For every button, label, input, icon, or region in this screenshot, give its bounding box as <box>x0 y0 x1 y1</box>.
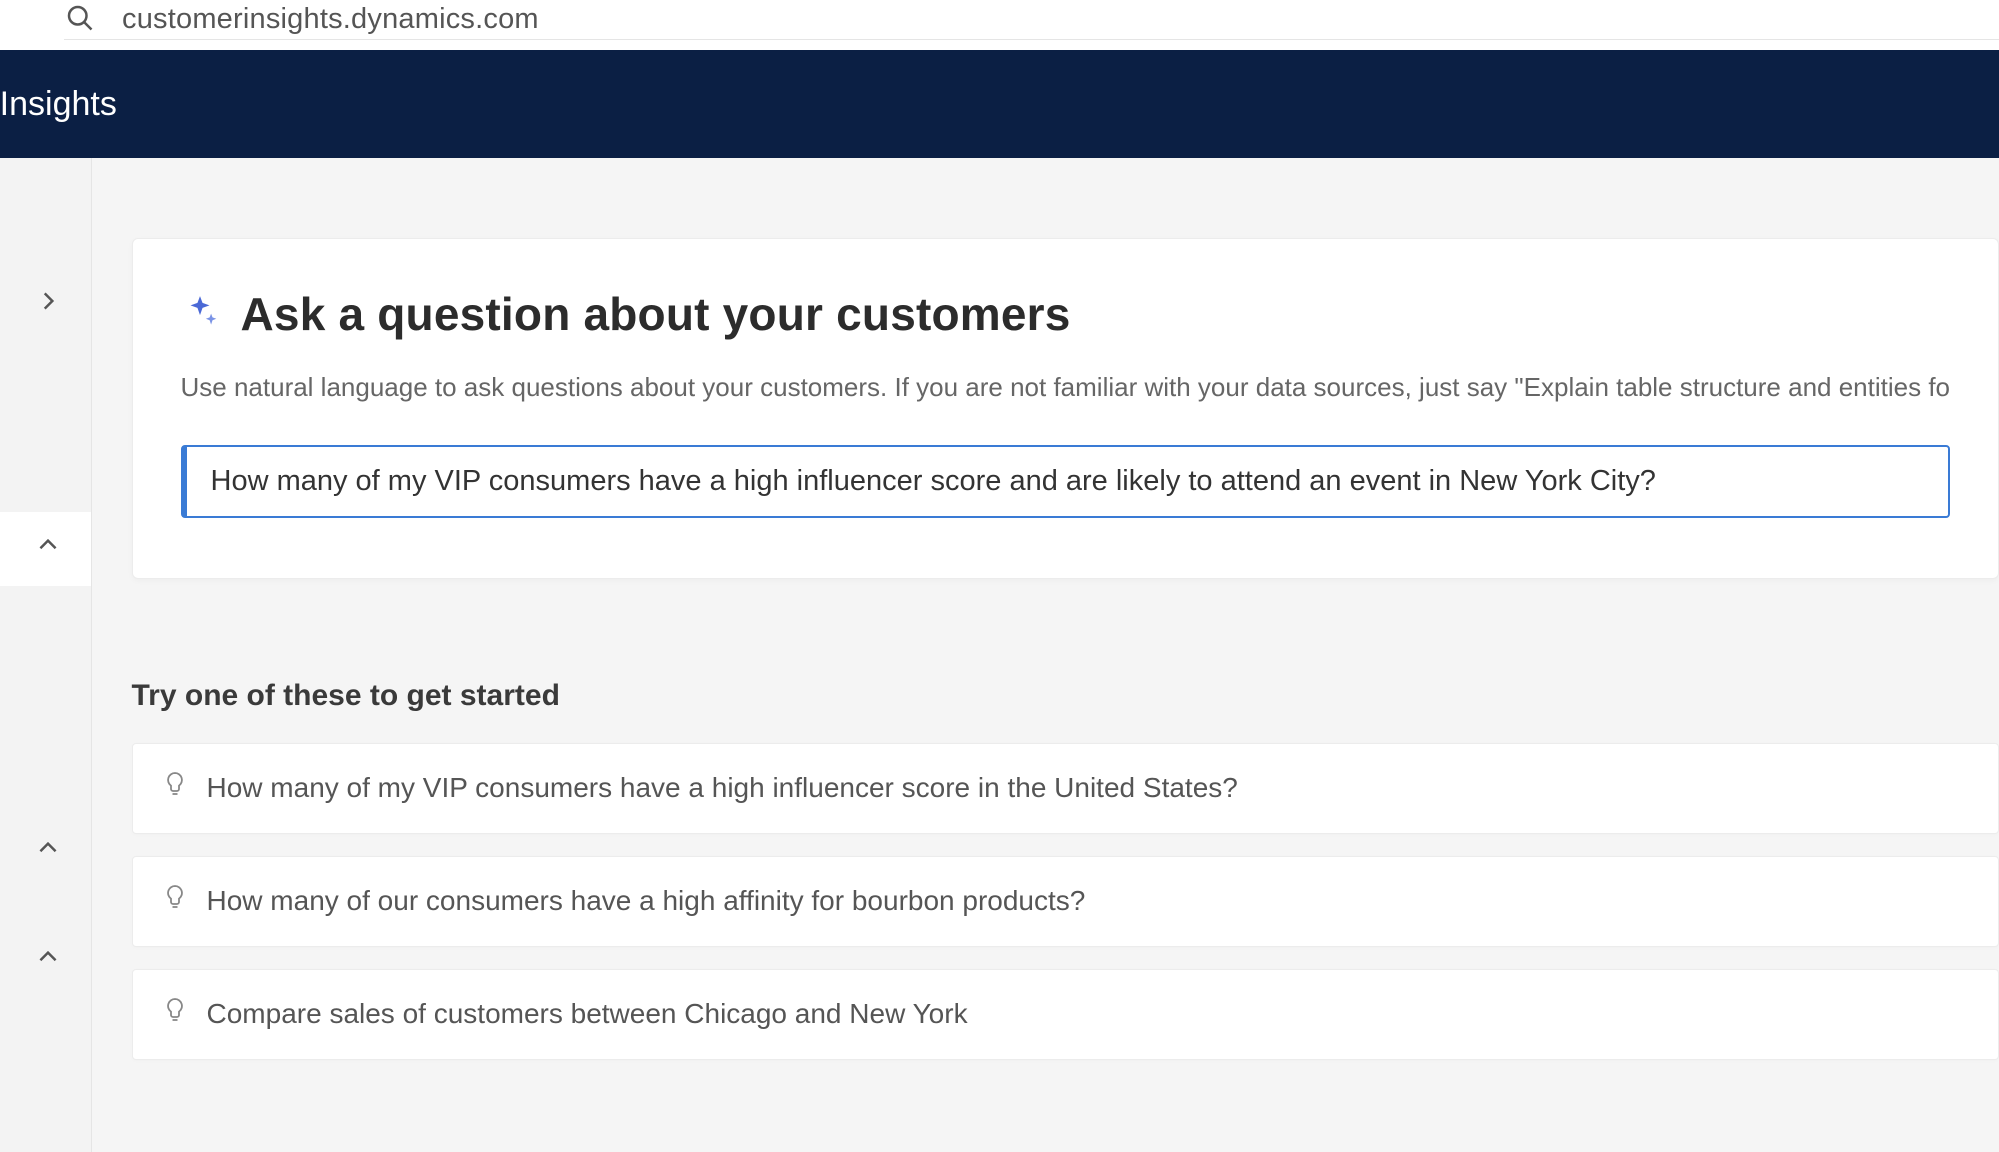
lightbulb-icon <box>163 770 187 807</box>
search-icon <box>64 2 94 37</box>
chevron-up-icon <box>35 532 61 566</box>
suggestion-text: How many of my VIP consumers have a high… <box>207 772 1238 804</box>
main-content: Ask a question about your customers Use … <box>92 158 1999 1152</box>
ask-question-input-wrapper[interactable] <box>181 445 1951 518</box>
suggestions-section: Try one of these to get started How many… <box>132 679 1999 1060</box>
ask-question-card: Ask a question about your customers Use … <box>132 238 1999 579</box>
sidebar-item-expanded-1[interactable] <box>0 512 91 586</box>
sidebar-item-audience[interactable]: ience <box>0 268 91 342</box>
suggestion-item[interactable]: Compare sales of customers between Chica… <box>132 969 1999 1060</box>
chevron-right-icon <box>35 288 61 322</box>
sparkle-icon <box>181 293 219 336</box>
chevron-up-icon <box>35 835 61 869</box>
ask-question-description: Use natural language to ask questions ab… <box>181 369 1951 407</box>
chevron-up-icon <box>35 944 61 978</box>
sidebar-item-sources[interactable]: es <box>0 606 91 680</box>
suggestions-header: Try one of these to get started <box>132 679 1999 713</box>
suggestion-item[interactable]: How many of my VIP consumers have a high… <box>132 743 1999 834</box>
lightbulb-icon <box>163 996 187 1033</box>
ask-question-input[interactable] <box>211 465 1925 498</box>
lightbulb-icon <box>163 883 187 920</box>
suggestion-item[interactable]: How many of our consumers have a high af… <box>132 856 1999 947</box>
app-header: er Insights <box>0 50 1999 158</box>
suggestion-text: How many of our consumers have a high af… <box>207 885 1086 917</box>
ask-question-title: Ask a question about your customers <box>241 287 1071 341</box>
browser-url[interactable]: customerinsights.dynamics.com <box>122 3 539 36</box>
sidebar-item-expanded-2[interactable] <box>0 780 91 924</box>
sidebar-item-expanded-3[interactable] <box>0 944 91 998</box>
app-title: er Insights <box>0 85 117 124</box>
browser-address-bar[interactable]: customerinsights.dynamics.com <box>0 0 1999 50</box>
suggestion-text: Compare sales of customers between Chica… <box>207 998 968 1030</box>
left-sidebar: ience es <box>0 158 92 1152</box>
